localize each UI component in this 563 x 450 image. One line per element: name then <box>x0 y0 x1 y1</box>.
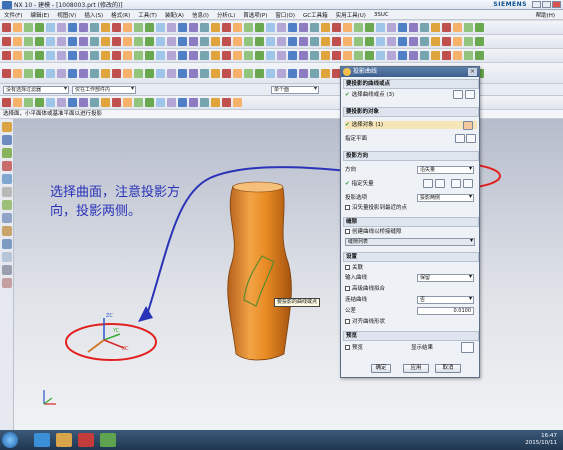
triad-yc-label: YC <box>113 328 120 334</box>
annotation-line-1: 选择曲面，注意投影方 <box>50 185 181 200</box>
along-vector-label: 沿矢量投影到最近的点 <box>352 205 408 211</box>
curve-rule-icon[interactable] <box>453 90 463 99</box>
annotation-line-2: 向，投影两侧。 <box>50 204 142 219</box>
triad-zc-label: ZC <box>106 313 113 319</box>
taskbar-app-icon[interactable] <box>78 433 94 447</box>
show-result-label: 显示结果 <box>411 345 434 351</box>
plane-dialog-icon[interactable] <box>455 134 465 143</box>
clock-date: 2015/10/11 <box>525 440 557 446</box>
high-level-fit-label: 高级曲线拟合 <box>352 286 386 292</box>
select-object-icon[interactable] <box>463 121 473 130</box>
specify-plane-label: 指定平面 <box>345 136 368 142</box>
plane-dropdown-icon[interactable] <box>466 134 476 143</box>
triad-xc-label: XC <box>122 346 129 352</box>
dialog-close-button[interactable]: × <box>468 68 477 76</box>
select-curve-label: 选择曲线或点 (3) <box>351 92 395 98</box>
associative-label: 关联 <box>352 265 364 271</box>
dialog-title-bar: 投影曲线 × <box>341 67 479 77</box>
create-bridge-checkbox[interactable] <box>345 229 350 234</box>
high-level-fit-checkbox[interactable] <box>345 286 350 291</box>
vector-dialog-icon[interactable] <box>435 179 445 188</box>
gap-list-select[interactable]: 缝隙列表 <box>345 238 475 246</box>
abs-triad-y <box>43 397 53 405</box>
create-bridge-row[interactable]: 创建曲线以桥接缝隙 <box>345 228 477 236</box>
project-curve-dialog: 投影曲线 × 要投影的曲线或点 ✔ 选择曲线或点 (3) 要投影的对象 ✔ 选择对象… <box>340 66 480 378</box>
associative-checkbox[interactable] <box>345 265 350 270</box>
tolerance-input[interactable]: 0.0100 <box>417 307 474 315</box>
triad-x-axis <box>103 339 125 349</box>
yc-vector-icon[interactable] <box>451 179 461 188</box>
show-result-icon[interactable] <box>461 342 474 353</box>
join-curve-select[interactable]: 否 <box>417 296 474 304</box>
triad-y-axis <box>103 333 121 341</box>
gear-icon <box>343 68 351 76</box>
select-object-row[interactable]: ✔ 选择对象 (1) <box>345 121 477 129</box>
high-level-fit-row[interactable]: 高级曲线拟合 <box>345 285 477 293</box>
vector-dropdown-icon[interactable] <box>463 179 473 188</box>
associative-row[interactable]: 关联 <box>345 264 477 272</box>
section-curves[interactable]: 要投影的曲线或点 <box>343 79 479 89</box>
apply-button[interactable]: 应用 <box>403 364 429 373</box>
part-top <box>232 181 284 193</box>
cancel-button[interactable]: 取消 <box>435 364 461 373</box>
create-bridge-label: 创建曲线以桥接缝隙 <box>352 229 402 235</box>
start-button[interactable] <box>2 432 18 448</box>
ok-button[interactable]: 确定 <box>371 364 391 373</box>
selection-tooltip: 要投影的曲线或点 <box>274 298 321 307</box>
select-object-label: 选择对象 (1) <box>351 122 384 128</box>
section-object[interactable]: 要投影的对象 <box>343 107 479 117</box>
taskbar-app-icon[interactable] <box>100 433 116 447</box>
align-curve-row[interactable]: 对齐曲线形状 <box>345 318 477 326</box>
section-direction[interactable]: 投影方向 <box>343 151 479 161</box>
section-settings[interactable]: 设置 <box>343 252 479 262</box>
align-curve-label: 对齐曲线形状 <box>352 319 386 325</box>
input-curve-select[interactable]: 保留 <box>417 274 474 282</box>
specify-vector-label: 指定矢量 <box>351 181 374 187</box>
along-vector-row[interactable]: 沿矢量投影到最近的点 <box>345 204 477 212</box>
clock-time: 16:47 <box>541 433 557 439</box>
taskbar-app-icon[interactable] <box>34 433 50 447</box>
align-curve-checkbox[interactable] <box>345 319 350 324</box>
projection-vector <box>87 339 105 353</box>
system-clock: 16:47 2015/10/11 <box>525 433 557 447</box>
projection-option-select[interactable]: 投影两侧 <box>417 194 474 202</box>
direction-select[interactable]: 沿矢量 <box>417 166 474 174</box>
section-gap[interactable]: 缝隙 <box>343 217 479 227</box>
reverse-vector-icon[interactable] <box>423 179 433 188</box>
preview-label: 预览 <box>352 345 364 351</box>
folder-icon[interactable] <box>56 433 72 447</box>
add-curve-icon[interactable] <box>465 90 475 99</box>
preview-checkbox[interactable] <box>345 345 350 350</box>
part-body <box>227 183 292 361</box>
instruction-annotation: 选择曲面，注意投影方 向，投影两侧。 <box>50 183 180 221</box>
direction-arrowhead <box>138 306 153 322</box>
along-vector-checkbox[interactable] <box>345 205 350 210</box>
dialog-title: 投影曲线 <box>353 68 378 75</box>
section-preview[interactable]: 预览 <box>343 331 479 341</box>
windows-taskbar: 16:47 2015/10/11 <box>0 430 563 450</box>
